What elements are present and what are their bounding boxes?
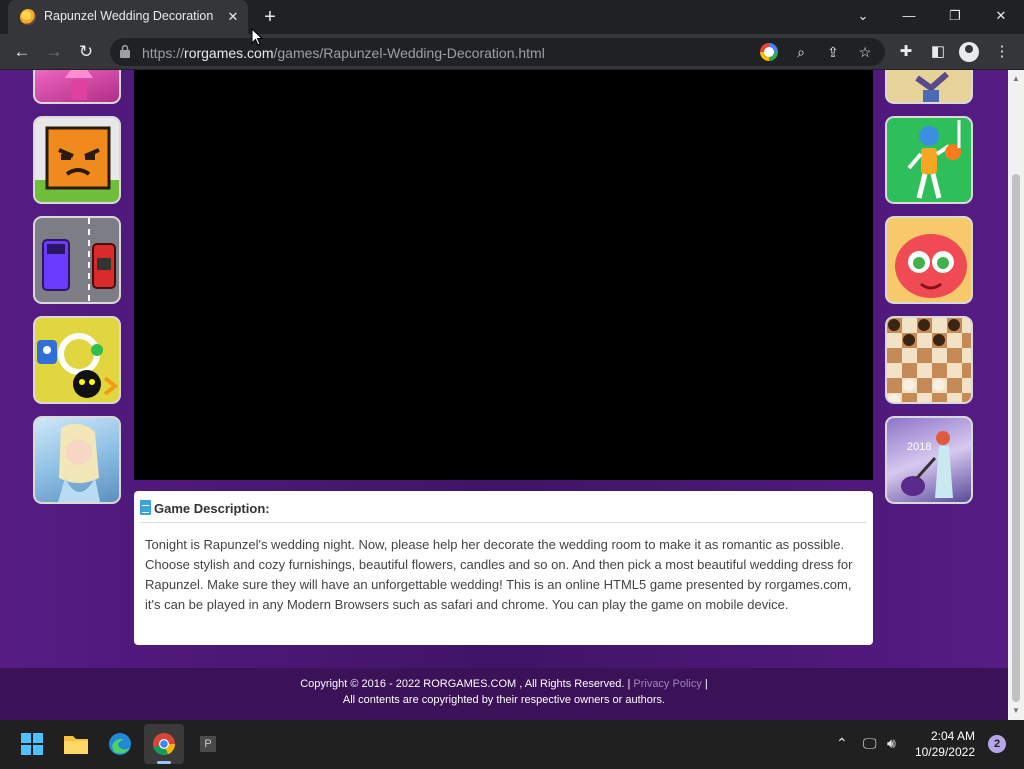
- windows-logo-icon: [21, 733, 43, 755]
- edge-icon: [109, 733, 131, 755]
- extensions-puzzle-icon[interactable]: ✚: [894, 40, 918, 64]
- privacy-policy-link[interactable]: Privacy Policy: [633, 678, 701, 690]
- edge-button[interactable]: [100, 724, 140, 764]
- bookmark-star-icon[interactable]: ☆: [855, 42, 875, 62]
- url-text: https://rorgames.com/games/Rapunzel-Wedd…: [142, 45, 545, 61]
- address-bar[interactable]: https://rorgames.com/games/Rapunzel-Wedd…: [110, 38, 885, 66]
- new-tab-icon[interactable]: +: [258, 6, 282, 28]
- game-thumb-red-jelly[interactable]: [885, 216, 973, 304]
- page-viewport: Game Description: Tonight is Rapunzel's …: [0, 70, 1008, 720]
- description-title: Game Description:: [154, 501, 270, 516]
- zombie-dance-art: [915, 71, 949, 102]
- chrome-icon: [153, 733, 176, 756]
- game-description-card: Game Description: Tonight is Rapunzel's …: [134, 491, 873, 645]
- page-scrollbar[interactable]: ▲ ▼: [1008, 70, 1024, 720]
- windows-taskbar: P ⌃ 🖵 🔊︎ 2:04 AM 10/29/2022: [0, 720, 1024, 768]
- file-explorer-button[interactable]: [56, 724, 96, 764]
- game-thumb-car-traffic[interactable]: [33, 216, 121, 304]
- menu-kebab-icon[interactable]: ⋮: [990, 40, 1014, 64]
- reload-icon[interactable]: ↻: [74, 40, 98, 64]
- start-button[interactable]: [12, 724, 52, 764]
- tab-strip: Rapunzel Wedding Decoration - ✕ + ⌄ — ❐ …: [0, 0, 1024, 34]
- game-thumb-frozen-elsa[interactable]: [33, 416, 121, 504]
- game-thumb-princess-pink-dress[interactable]: [33, 70, 121, 104]
- game-thumb-2018-fashion[interactable]: 2018: [885, 416, 973, 504]
- browser-tab[interactable]: Rapunzel Wedding Decoration - ✕: [8, 0, 248, 34]
- red-jelly-art: [895, 234, 967, 298]
- footer-rights-line: All contents are copyrighted by their re…: [342, 694, 666, 706]
- svg-text:2018: 2018: [907, 441, 931, 453]
- document-icon: [140, 500, 151, 515]
- side-panel-icon[interactable]: ◧: [926, 40, 950, 64]
- elsa-art: [58, 423, 101, 502]
- footer-copyright-line: Copyright © 2016 - 2022 RORGAMES.COM , A…: [0, 678, 1008, 690]
- clock-date: 10/29/2022: [914, 745, 975, 759]
- car-traffic-art: [42, 218, 116, 302]
- scroll-down-arrow-icon[interactable]: ▼: [1008, 704, 1024, 718]
- lock-icon: [120, 45, 130, 58]
- browser-toolbar: ← → ↻ https://rorgames.com/games/Rapunze…: [0, 34, 1024, 70]
- scrollbar-thumb[interactable]: [1012, 174, 1020, 702]
- game-thumb-checkers[interactable]: [885, 316, 973, 404]
- clock-time: 2:04 AM: [930, 729, 975, 743]
- network-icon[interactable]: 🖵: [863, 733, 877, 753]
- page-footer: Copyright © 2016 - 2022 RORGAMES.COM , A…: [0, 668, 1008, 720]
- notification-badge[interactable]: 2: [988, 735, 1006, 753]
- back-arrow-icon[interactable]: ←: [10, 40, 34, 64]
- princess-thumb-art: [65, 70, 93, 100]
- footer-separator: |: [701, 678, 708, 690]
- share-icon[interactable]: ⇪: [823, 42, 843, 62]
- forward-arrow-icon[interactable]: →: [42, 40, 66, 64]
- monster-puzzle-art: [37, 333, 119, 398]
- tab-search-chevron-icon[interactable]: ⌄: [848, 4, 878, 28]
- game-thumb-angry-box[interactable]: [33, 116, 121, 204]
- description-text: Tonight is Rapunzel's wedding night. Now…: [145, 537, 853, 612]
- folder-icon: [64, 736, 88, 754]
- basketball-art: [907, 120, 961, 199]
- close-tab-icon[interactable]: ✕: [224, 8, 242, 26]
- pinned-app-p-button[interactable]: P: [188, 724, 228, 764]
- scroll-up-arrow-icon[interactable]: ▲: [1008, 72, 1024, 86]
- site-favicon-icon: [20, 9, 36, 25]
- angry-box-art: [35, 126, 119, 202]
- copyright-text: Copyright © 2016 - 2022 RORGAMES.COM , A…: [300, 678, 634, 690]
- mouse-cursor-icon: [251, 28, 263, 46]
- chrome-button[interactable]: [144, 724, 184, 764]
- fashion-guitar-art: 2018: [901, 431, 953, 498]
- game-iframe-area[interactable]: [134, 70, 873, 480]
- google-lens-icon[interactable]: [760, 43, 778, 61]
- game-thumb-zombie-dance[interactable]: [885, 70, 973, 104]
- checkers-art: [887, 318, 971, 402]
- game-thumb-monster-puzzle[interactable]: [33, 316, 121, 404]
- description-header: Game Description:: [140, 499, 867, 523]
- show-hidden-icons-chevron-icon[interactable]: ⌃: [836, 733, 848, 753]
- game-thumb-basketball-stickman[interactable]: [885, 116, 973, 204]
- close-window-icon[interactable]: ✕: [986, 4, 1016, 28]
- zoom-icon[interactable]: ⌕: [791, 42, 811, 62]
- system-clock[interactable]: 2:04 AM 10/29/2022: [905, 728, 975, 760]
- restore-icon[interactable]: ❐: [940, 4, 970, 28]
- pinned-app-p-icon: P: [200, 736, 216, 752]
- tab-title: Rapunzel Wedding Decoration -: [44, 9, 216, 23]
- profile-avatar-icon[interactable]: [959, 42, 979, 62]
- minimize-icon[interactable]: —: [894, 4, 924, 28]
- volume-icon[interactable]: 🔊︎: [887, 733, 896, 753]
